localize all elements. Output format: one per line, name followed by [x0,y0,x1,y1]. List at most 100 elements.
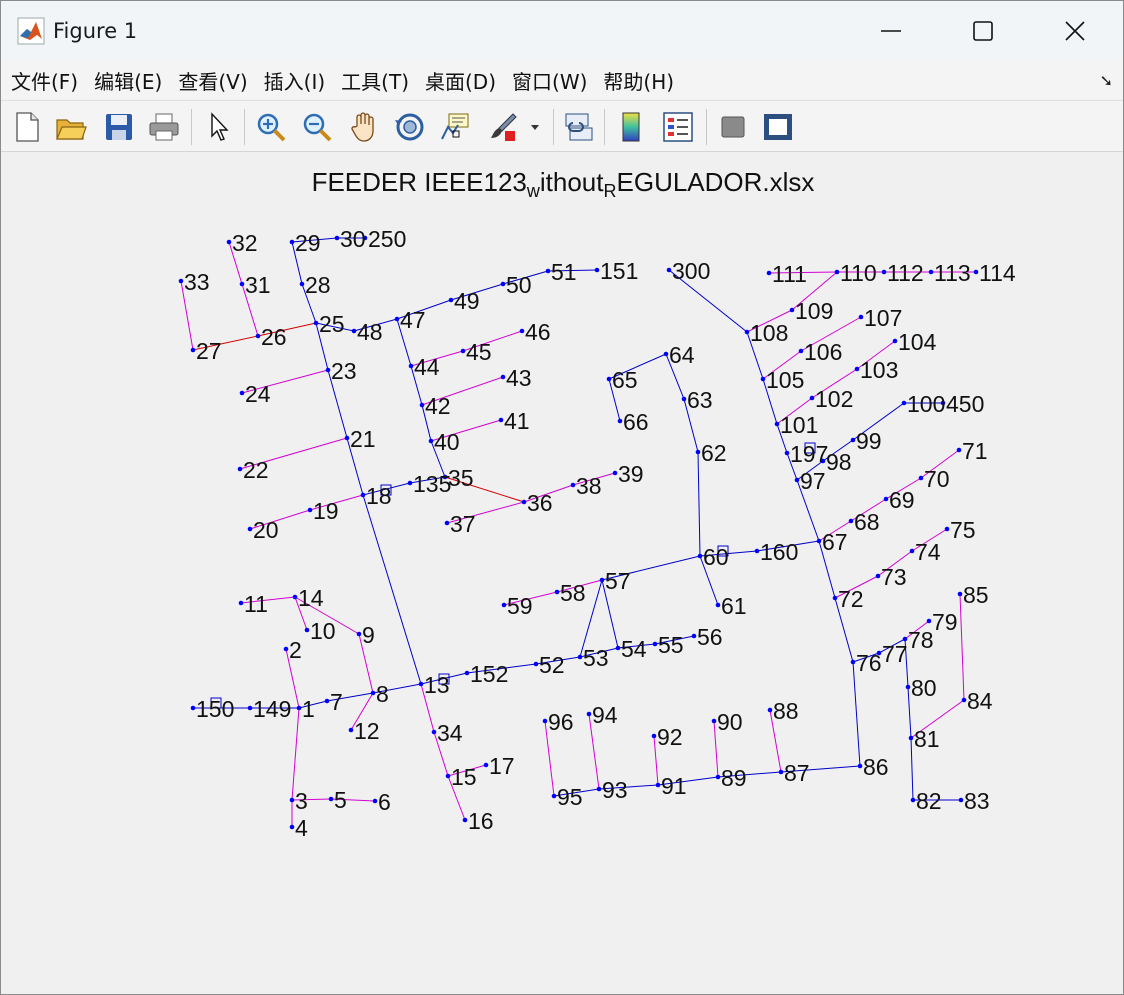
bus-node-59 [501,602,507,608]
dock-arrow-icon[interactable]: ➘ [1100,71,1113,90]
bus-node-102 [809,395,815,401]
bus-node-67 [816,538,822,544]
bus-node-5 [328,796,334,802]
bus-label-101: 101 [780,412,818,438]
bus-label-152: 152 [470,661,508,687]
menu-edit[interactable]: 编辑(E) [94,66,162,95]
bus-label-47: 47 [400,307,426,333]
bus-label-112: 112 [887,260,924,286]
bus-label-114: 114 [979,260,1016,286]
menu-file[interactable]: 文件(F) [11,66,78,95]
bus-label-98: 98 [826,449,852,475]
link-plot-icon [565,113,593,141]
bus-node-108 [744,329,750,335]
bus-node-106 [798,348,804,354]
bus-node-97 [794,477,800,483]
bus-node-18 [360,492,366,498]
colorbar-button[interactable] [613,109,649,145]
bus-label-77: 77 [882,641,908,667]
menu-desktop[interactable]: 桌面(D) [425,66,496,95]
hide-plot-tools-button[interactable] [715,109,751,145]
bus-node-32 [226,239,232,245]
bus-label-5: 5 [334,787,347,813]
rotate-3d-button[interactable] [392,109,428,145]
feeder-network-plot: 12345 67 891011121314151617181920212223242… [178,226,1016,841]
bus-label-85: 85 [963,582,989,608]
bus-node-112 [881,269,887,275]
bus-label-30: 30 [340,226,366,252]
bus-node-151 [594,267,600,273]
bus-label-44: 44 [414,354,440,380]
figure-window: Figure 1 文件(F) 编辑(E) 查看(V) 插入(I) 工具(T) 桌… [0,0,1124,995]
bus-node-73 [875,573,881,579]
bus-node-22 [237,466,243,472]
bus-label-108: 108 [750,320,788,346]
bus-label-19: 19 [313,498,339,524]
menu-tools[interactable]: 工具(T) [341,66,409,95]
print-button[interactable] [146,109,182,145]
menu-insert[interactable]: 插入(I) [264,66,326,95]
bus-node-49 [448,297,454,303]
bus-label-36: 36 [527,490,553,516]
zoom-out-button[interactable] [299,109,335,145]
open-file-button[interactable] [53,109,89,145]
bus-node-109 [789,307,795,313]
bus-node-34 [431,729,437,735]
maximize-button[interactable] [937,1,1029,61]
legend-button[interactable] [660,109,696,145]
zoom-in-button[interactable] [253,109,289,145]
bus-label-72: 72 [838,586,864,612]
menu-window[interactable]: 窗口(W) [512,66,587,95]
bus-label-149: 149 [253,696,291,722]
bus-label-250: 250 [368,226,406,252]
save-icon [106,114,132,140]
bus-node-81 [908,735,914,741]
bus-node-3 [289,797,295,803]
bus-node-96 [542,718,548,724]
bus-label-73: 73 [881,564,907,590]
bus-label-107: 107 [864,305,902,331]
toolbar-separator [553,109,554,145]
pan-button[interactable] [346,109,382,145]
bus-label-26: 26 [261,324,287,350]
close-button[interactable] [1029,1,1121,61]
legend-icon [663,112,693,142]
bus-label-75: 75 [950,517,976,543]
minimize-button[interactable] [845,1,937,61]
data-cursor-icon [441,113,469,140]
bus-label-49: 49 [454,288,480,314]
toolbar-separator [191,109,192,145]
bus-label-48: 48 [357,319,383,345]
bus-label-102: 102 [815,386,853,412]
bus-node-93 [596,786,602,792]
bus-label-110: 110 [840,260,877,286]
menu-help[interactable]: 帮助(H) [603,66,674,95]
brush-button[interactable] [485,109,521,145]
bus-label-14: 14 [298,585,324,611]
menu-view[interactable]: 查看(V) [178,66,247,95]
bus-node-13 [418,681,424,687]
bus-label-53: 53 [583,645,609,671]
bus-label-70: 70 [924,466,950,492]
link-plot-button[interactable] [561,109,597,145]
new-figure-button[interactable] [9,109,45,145]
bus-node-29 [289,239,295,245]
bus-label-55: 55 [658,632,684,658]
bus-label-4: 4 [295,815,308,841]
show-plot-tools-button[interactable] [760,109,796,145]
bus-node-27 [190,347,196,353]
bus-label-62: 62 [701,440,727,466]
bus-label-42: 42 [425,393,451,419]
pointer-button[interactable] [201,109,237,145]
bus-node-84 [961,697,967,703]
title-bar[interactable]: Figure 1 [1,1,1123,61]
brush-dropdown-button[interactable] [525,109,545,145]
bus-label-54: 54 [621,636,647,662]
bus-node-85 [957,591,963,597]
bus-node-68 [848,518,854,524]
save-button[interactable] [101,109,137,145]
bus-label-104: 104 [898,329,937,355]
data-cursor-button[interactable] [437,109,473,145]
bus-node-152 [464,670,470,676]
bus-label-28: 28 [305,272,331,298]
